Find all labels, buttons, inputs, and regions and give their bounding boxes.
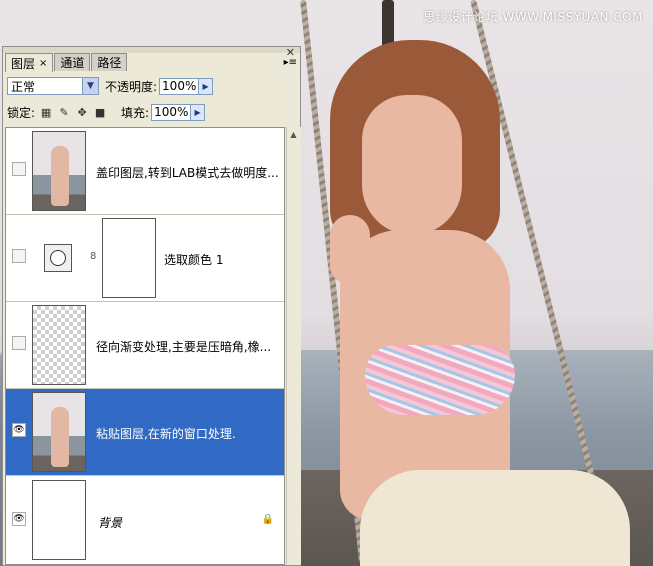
skirt <box>360 470 630 566</box>
fill-slider-button[interactable]: ▶ <box>191 103 206 121</box>
fill-label: 填充: <box>121 105 150 120</box>
eye-icon[interactable]: 👁 <box>12 512 26 526</box>
opacity-slider-button[interactable]: ▶ <box>199 77 214 95</box>
layer-thumbnail <box>32 131 86 211</box>
layer-row-selected[interactable]: 👁 粘贴图层,在新的窗口处理. <box>6 389 284 476</box>
tab-close-icon[interactable]: × <box>39 58 47 69</box>
layer-row[interactable]: 径向渐变处理,主要是压暗角,橡... <box>6 302 284 389</box>
layer-name: 径向渐变处理,主要是压暗角,橡... <box>96 340 272 354</box>
visibility-toggle[interactable] <box>12 249 26 263</box>
lock-move-icon[interactable]: ✥ <box>75 105 89 119</box>
lock-brush-icon[interactable]: ✎ <box>57 105 71 119</box>
layer-row[interactable]: 盖印图层,转到LAB模式去做明度... <box>6 128 284 215</box>
watermark: 思缘设计论坛 WWW.MISSYUAN.COM <box>423 10 643 24</box>
blend-mode-value: 正常 <box>11 79 36 94</box>
selective-color-adjustment-icon <box>44 244 72 272</box>
face <box>362 95 462 235</box>
blend-mode-select[interactable]: 正常 ▼ <box>7 77 99 95</box>
panel-tabs: 图层 × 通道 路径 <box>5 53 128 72</box>
tab-paths[interactable]: 路径 <box>91 53 128 71</box>
tab-layers-label: 图层 <box>11 56 36 71</box>
opacity-label: 不透明度: <box>105 79 158 94</box>
blend-opacity-row: 正常 ▼ 不透明度: 100% ▶ <box>7 76 214 96</box>
bikini-top <box>365 345 515 415</box>
hand <box>330 215 370 285</box>
scroll-up-arrow-icon[interactable]: ▲ <box>287 127 300 141</box>
chevron-down-icon[interactable]: ▼ <box>82 78 98 94</box>
tab-channels-label: 通道 <box>60 56 85 70</box>
opacity-input[interactable]: 100% <box>159 77 200 95</box>
lock-transparent-icon[interactable]: ▦ <box>39 105 53 119</box>
layers-panel: ✕ 图层 × 通道 路径 ▸≡ 正常 ▼ 不透明度: 100% ▶ 锁定: ▦ … <box>2 46 301 566</box>
lock-label: 锁定: <box>7 105 36 120</box>
visibility-toggle[interactable] <box>12 162 26 176</box>
panel-menu-icon[interactable]: ▸≡ <box>284 57 297 68</box>
fill-input[interactable]: 100% <box>151 103 192 121</box>
layer-name: 盖印图层,转到LAB模式去做明度... <box>96 166 279 180</box>
lock-all-icon[interactable]: ■ <box>93 105 107 119</box>
lock-fill-row: 锁定: ▦ ✎ ✥ ■ 填充: 100% ▶ <box>7 102 206 122</box>
tab-channels[interactable]: 通道 <box>54 53 91 71</box>
eye-icon[interactable]: 👁 <box>12 423 26 437</box>
layer-thumbnail <box>32 480 86 560</box>
layer-row-background[interactable]: 👁 背景 🔒 <box>6 476 284 564</box>
visibility-toggle[interactable] <box>12 336 26 350</box>
layer-name: 背景 <box>98 516 123 530</box>
layer-thumbnail <box>32 305 86 385</box>
tab-layers[interactable]: 图层 × <box>5 53 54 72</box>
lock-icon: 🔒 <box>261 514 274 525</box>
tab-paths-label: 路径 <box>97 56 122 70</box>
layer-row[interactable]: 8 选取颜色 1 <box>6 215 284 302</box>
link-chain-icon[interactable]: 8 <box>90 251 96 262</box>
layer-thumbnail <box>32 392 86 472</box>
layer-name: 粘贴图层,在新的窗口处理. <box>96 427 236 441</box>
layer-mask-thumbnail[interactable] <box>102 218 156 298</box>
layers-scrollbar[interactable]: ▲ <box>286 127 301 565</box>
layer-name: 选取颜色 1 <box>164 253 224 267</box>
layers-list: 盖印图层,转到LAB模式去做明度... 8 选取颜色 1 径向渐变处理,主要是压… <box>5 127 285 565</box>
